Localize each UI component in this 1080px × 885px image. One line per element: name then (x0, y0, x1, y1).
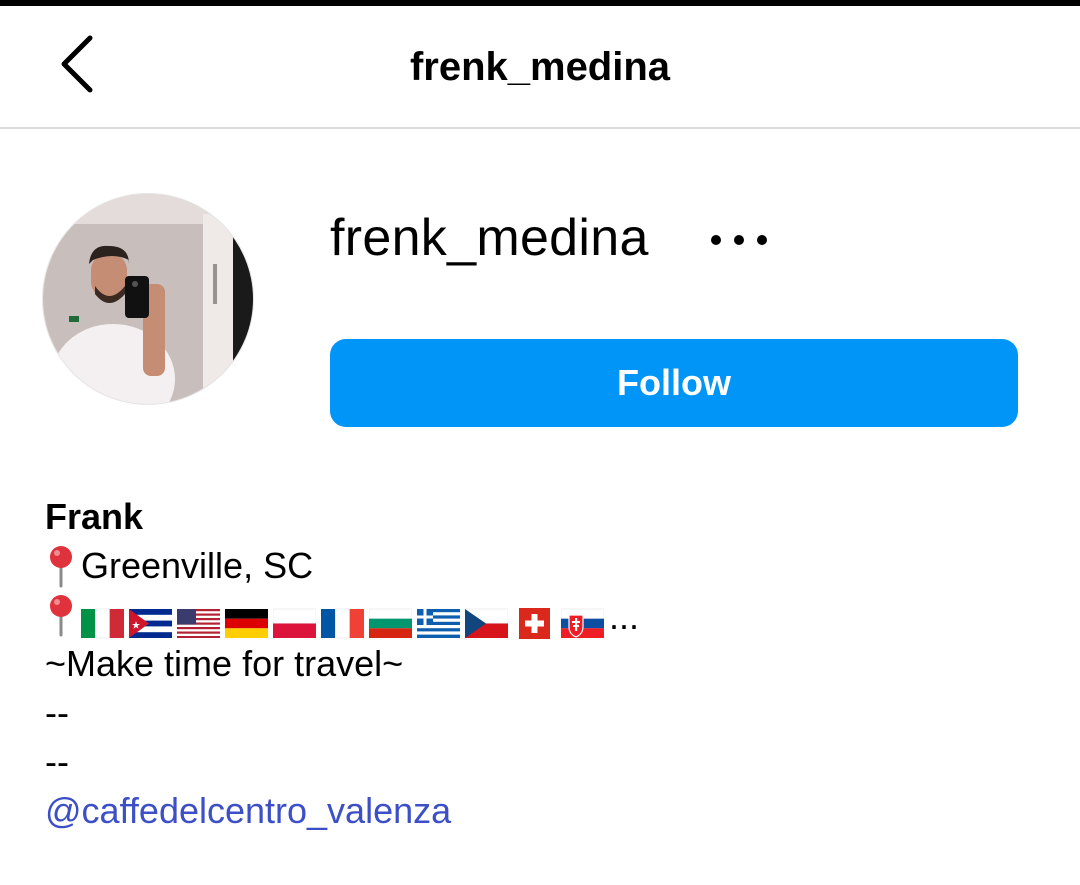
round-pushpin-icon (45, 593, 77, 637)
profile-avatar[interactable] (42, 193, 254, 405)
flag-germany-icon (225, 607, 268, 640)
bio-location-line: Greenville, SC (45, 541, 1045, 590)
flag-united-states-icon (177, 607, 220, 640)
flag-italy-icon (81, 607, 124, 640)
round-pushpin-icon (45, 544, 77, 588)
flag-poland-icon (273, 607, 316, 640)
flag-cuba-icon (129, 607, 172, 640)
follow-button[interactable]: Follow (330, 339, 1018, 427)
flag-switzerland-icon (513, 607, 556, 640)
profile-bio: Frank Greenville, SC ... ~Make time for … (45, 492, 1045, 835)
bio-tagline: ~Make time for travel~ (45, 643, 404, 684)
bio-flags-line: ... (45, 590, 1045, 639)
display-name: Frank (45, 496, 144, 537)
bio-location: Greenville, SC (81, 545, 314, 586)
flag-france-icon (321, 607, 364, 640)
flag-slovakia-icon (561, 607, 604, 640)
page-title: frenk_medina (409, 45, 671, 89)
top-nav-bar: frenk_medina (0, 6, 1080, 129)
bio-mention-link[interactable]: @caffedelcentro_valenza (45, 790, 451, 831)
profile-photo (43, 194, 253, 404)
flag-list (81, 596, 609, 645)
bio-separator: -- (45, 741, 69, 782)
bio-separator: -- (45, 692, 69, 733)
flag-greece-icon (417, 607, 460, 640)
flag-czech-republic-icon (465, 607, 508, 640)
profile-username: frenk_medina (330, 209, 649, 267)
flag-bulgaria-icon (369, 607, 412, 640)
more-horizontal-icon (711, 235, 767, 245)
flags-ellipsis: ... (609, 596, 640, 637)
more-options-button[interactable] (702, 222, 776, 258)
